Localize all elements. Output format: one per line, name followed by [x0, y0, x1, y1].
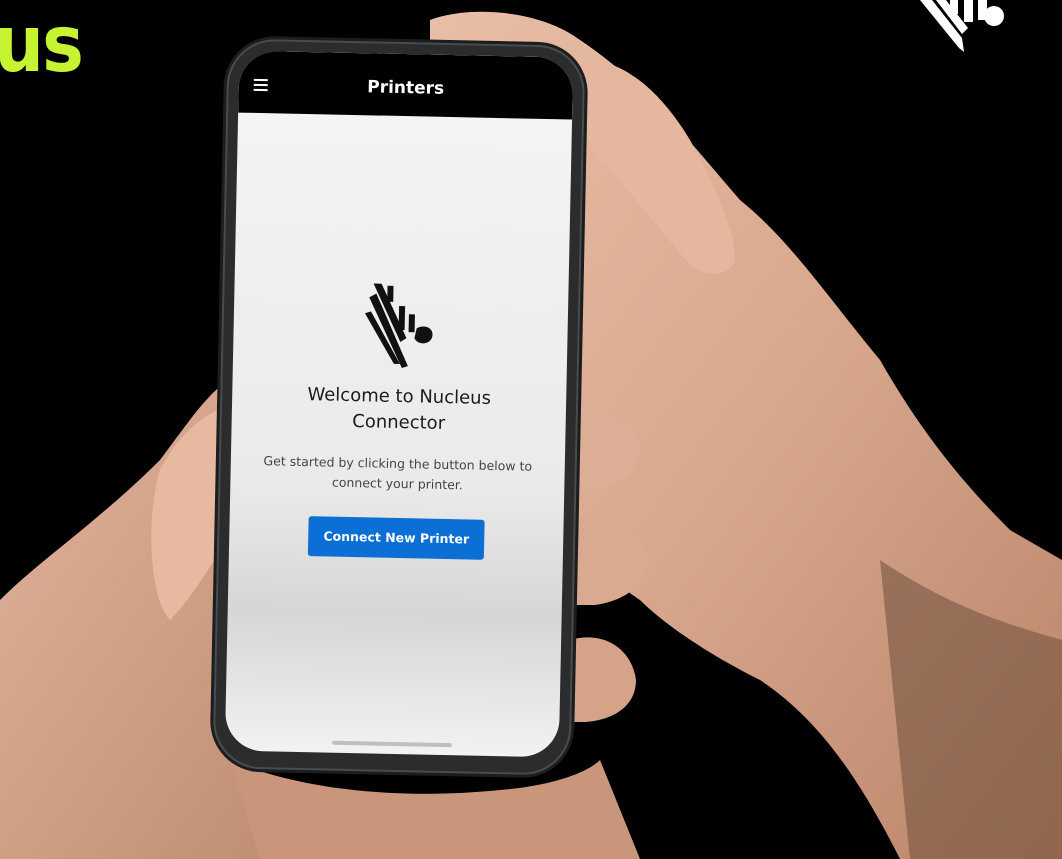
welcome-panel: Welcome to Nucleus Connector Get started…	[229, 281, 569, 562]
welcome-description: Get started by clicking the button below…	[263, 453, 533, 493]
zebra-logo-icon	[364, 283, 433, 369]
stage: us Printers Welcome to Nucleus Connector…	[0, 0, 1062, 859]
phone-device: Printers Welcome to Nucleus Connector Ge…	[212, 38, 586, 776]
home-indicator	[331, 740, 452, 748]
app-header-title: Printers	[367, 77, 445, 99]
app-header: Printers	[238, 50, 574, 120]
welcome-title: Welcome to Nucleus Connector	[307, 384, 492, 434]
connect-new-printer-button[interactable]: Connect New Printer	[307, 516, 485, 560]
phone-screen: Printers Welcome to Nucleus Connector Ge…	[224, 50, 574, 758]
